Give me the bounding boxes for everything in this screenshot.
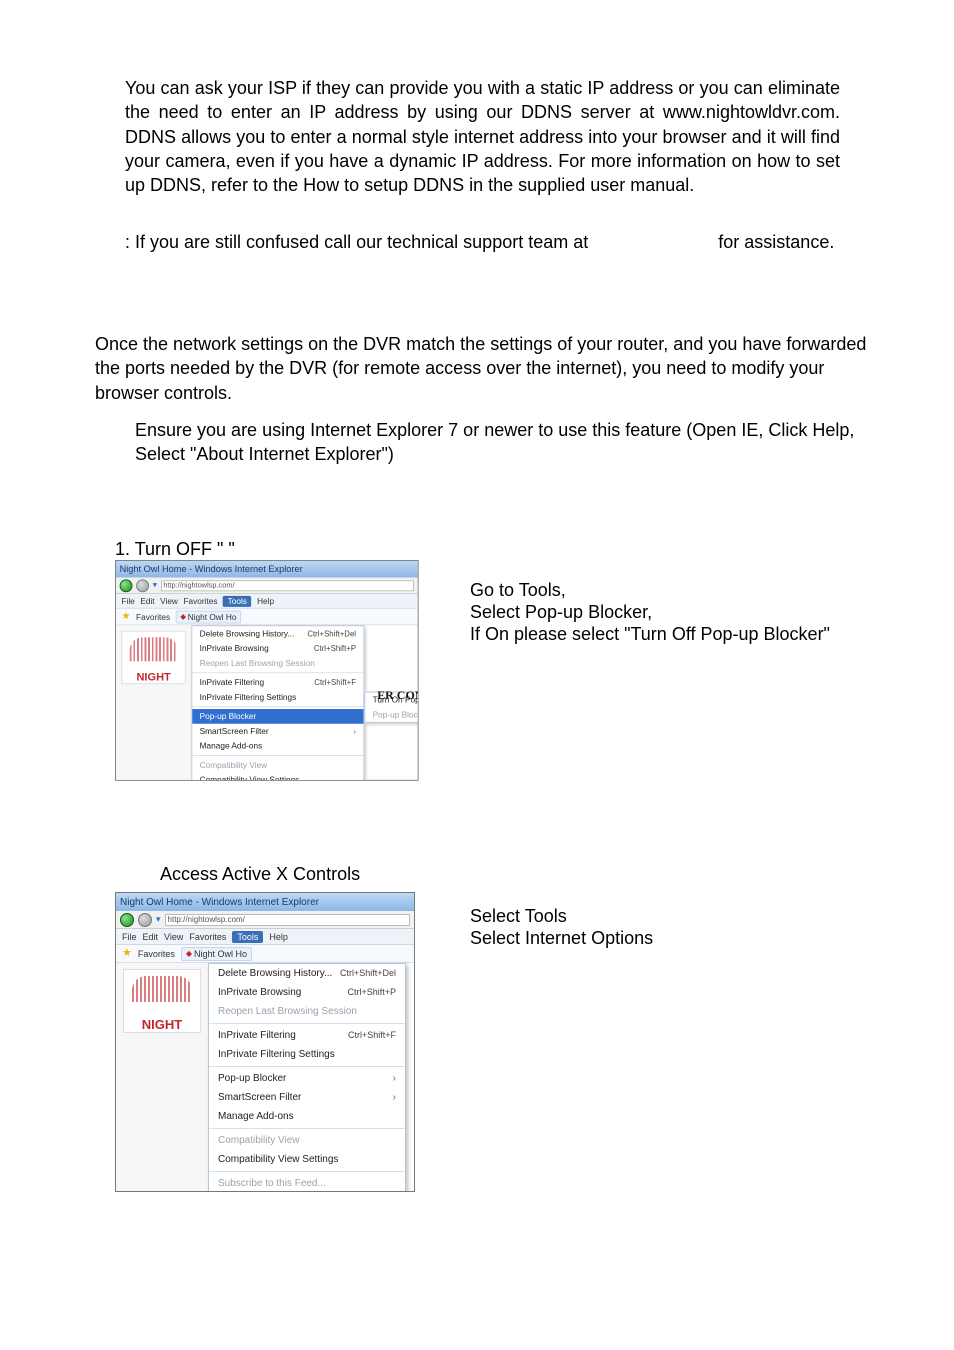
paragraph-network-settings: Once the network settings on the DVR mat… [95,332,870,405]
menu-favorites[interactable]: Favorites [183,596,217,605]
step-1-heading: 1. Turn OFF " " [115,537,415,561]
page-left-pane: NIGHT [116,625,191,780]
night-owl-logo: NIGHT [121,631,185,684]
menu-compat-settings[interactable]: Compatibility View Settings [192,773,363,781]
menu-tools-2[interactable]: Tools [232,931,263,943]
menu-manage-addons[interactable]: Manage Add-ons [192,738,363,753]
menu-compat-settings-2[interactable]: Compatibility View Settings [209,1150,405,1169]
tools-dropdown: Delete Browsing History...Ctrl+Shift+Del… [191,625,364,780]
menu-view[interactable]: View [160,596,178,605]
note-line: : If you are still confused call our tec… [125,230,840,254]
note-prefix: : If you are still confused call our tec… [125,232,588,252]
menu-delete-history-2[interactable]: Delete Browsing History...Ctrl+Shift+Del [209,964,405,983]
submenu-popup-blocker-settings: Pop-up Blocker Settings [365,707,418,722]
menu-reopen-last: Reopen Last Browsing Session [192,656,363,671]
back-icon[interactable] [120,579,133,592]
menu-compat-view-2: Compatibility View [209,1131,405,1150]
screenshot-internet-options: Night Owl Home - Windows Internet Explor… [115,892,415,1192]
night-owl-logo-2: NIGHT [123,969,201,1033]
url-field-2[interactable]: http://nightowlsp.com/ [165,914,410,926]
menu-smartscreen[interactable]: SmartScreen Filter [192,724,363,739]
forward-icon[interactable] [136,579,149,592]
step-1-note-3: If On please select "Turn Off Pop-up Blo… [470,622,900,646]
menu-edit[interactable]: Edit [140,596,154,605]
step-2-note-2: Select Internet Options [470,926,900,950]
menu-smartscreen-2[interactable]: SmartScreen Filter [209,1088,405,1107]
menu-inprivate-filtering-settings-2[interactable]: InPrivate Filtering Settings [209,1045,405,1064]
menu-manage-addons-2[interactable]: Manage Add-ons [209,1107,405,1126]
under-construction-text: ER CONSTRU [377,688,418,703]
forward-icon-2[interactable] [138,913,152,927]
ie-address-bar: ▾ http://nightowlsp.com/ [116,577,418,594]
ie-favorites-bar-2: ★ Favorites ◆ Night Owl Ho [116,945,414,963]
star-icon: ★ [121,612,130,622]
menu-help[interactable]: Help [257,596,274,605]
menu-popup-blocker-2[interactable]: Pop-up Blocker [209,1069,405,1088]
menu-inprivate-filtering[interactable]: InPrivate FilteringCtrl+Shift+F [192,675,363,690]
menu-inprivate-filtering-2[interactable]: InPrivate FilteringCtrl+Shift+F [209,1026,405,1045]
menu-inprivate-filtering-settings[interactable]: InPrivate Filtering Settings [192,690,363,705]
logo-text: NIGHT [136,670,170,683]
menu-delete-history[interactable]: Delete Browsing History...Ctrl+Shift+Del [192,626,363,641]
tools-dropdown-2: Delete Browsing History...Ctrl+Shift+Del… [208,963,406,1192]
menu-subscribe-feed-2: Subscribe to this Feed... [209,1174,405,1192]
menu-view-2[interactable]: View [164,932,183,942]
paragraph-ie-version: Ensure you are using Internet Explorer 7… [135,418,855,467]
url-field[interactable]: http://nightowlsp.com/ [161,580,414,591]
tab-label: Night Owl Ho [188,612,237,621]
browser-tab[interactable]: ◆ Night Owl Ho [176,610,241,623]
menu-file[interactable]: File [121,596,134,605]
menu-favorites-2[interactable]: Favorites [189,932,226,942]
ie-titlebar-2: Night Owl Home - Windows Internet Explor… [116,893,414,911]
ie-favorites-bar: ★ Favorites ◆ Night Owl Ho [116,609,418,626]
step-2-heading: Access Active X Controls [160,862,360,886]
ie-address-bar-2: ▾ http://nightowlsp.com/ [116,911,414,929]
tab-label-2: Night Owl Ho [194,949,247,959]
menu-file-2[interactable]: File [122,932,137,942]
screenshot-popup-blocker: Night Owl Home - Windows Internet Explor… [115,560,419,781]
ie-menu-bar: File Edit View Favorites Tools Help [116,594,418,609]
ie-menu-bar-2: File Edit View Favorites Tools Help [116,929,414,945]
step-1-note-2: Select Pop-up Blocker, [470,600,900,624]
favorites-button[interactable]: Favorites [136,612,170,621]
menu-reopen-last-2: Reopen Last Browsing Session [209,1002,405,1021]
step-2-note-1: Select Tools [470,904,900,928]
logo-text-2: NIGHT [142,1017,182,1032]
menu-popup-blocker[interactable]: Pop-up Blocker [192,709,363,724]
menu-help-2[interactable]: Help [269,932,288,942]
menu-compat-view: Compatibility View [192,758,363,773]
menu-edit-2[interactable]: Edit [143,932,159,942]
page-left-pane-2: NIGHT [116,963,208,1192]
favorites-button-2[interactable]: Favorites [138,949,175,959]
step-1-note-1: Go to Tools, [470,578,900,602]
ie-titlebar: Night Owl Home - Windows Internet Explor… [116,561,418,578]
browser-tab-2[interactable]: ◆ Night Owl Ho [181,947,252,961]
menu-inprivate-browsing[interactable]: InPrivate BrowsingCtrl+Shift+P [192,641,363,656]
menu-tools[interactable]: Tools [223,595,252,606]
star-icon-2: ★ [122,948,132,959]
paragraph-isp-ddns: You can ask your ISP if they can provide… [125,76,840,197]
menu-inprivate-browsing-2[interactable]: InPrivate BrowsingCtrl+Shift+P [209,983,405,1002]
back-icon-2[interactable] [120,913,134,927]
note-suffix: for assistance. [718,232,834,252]
